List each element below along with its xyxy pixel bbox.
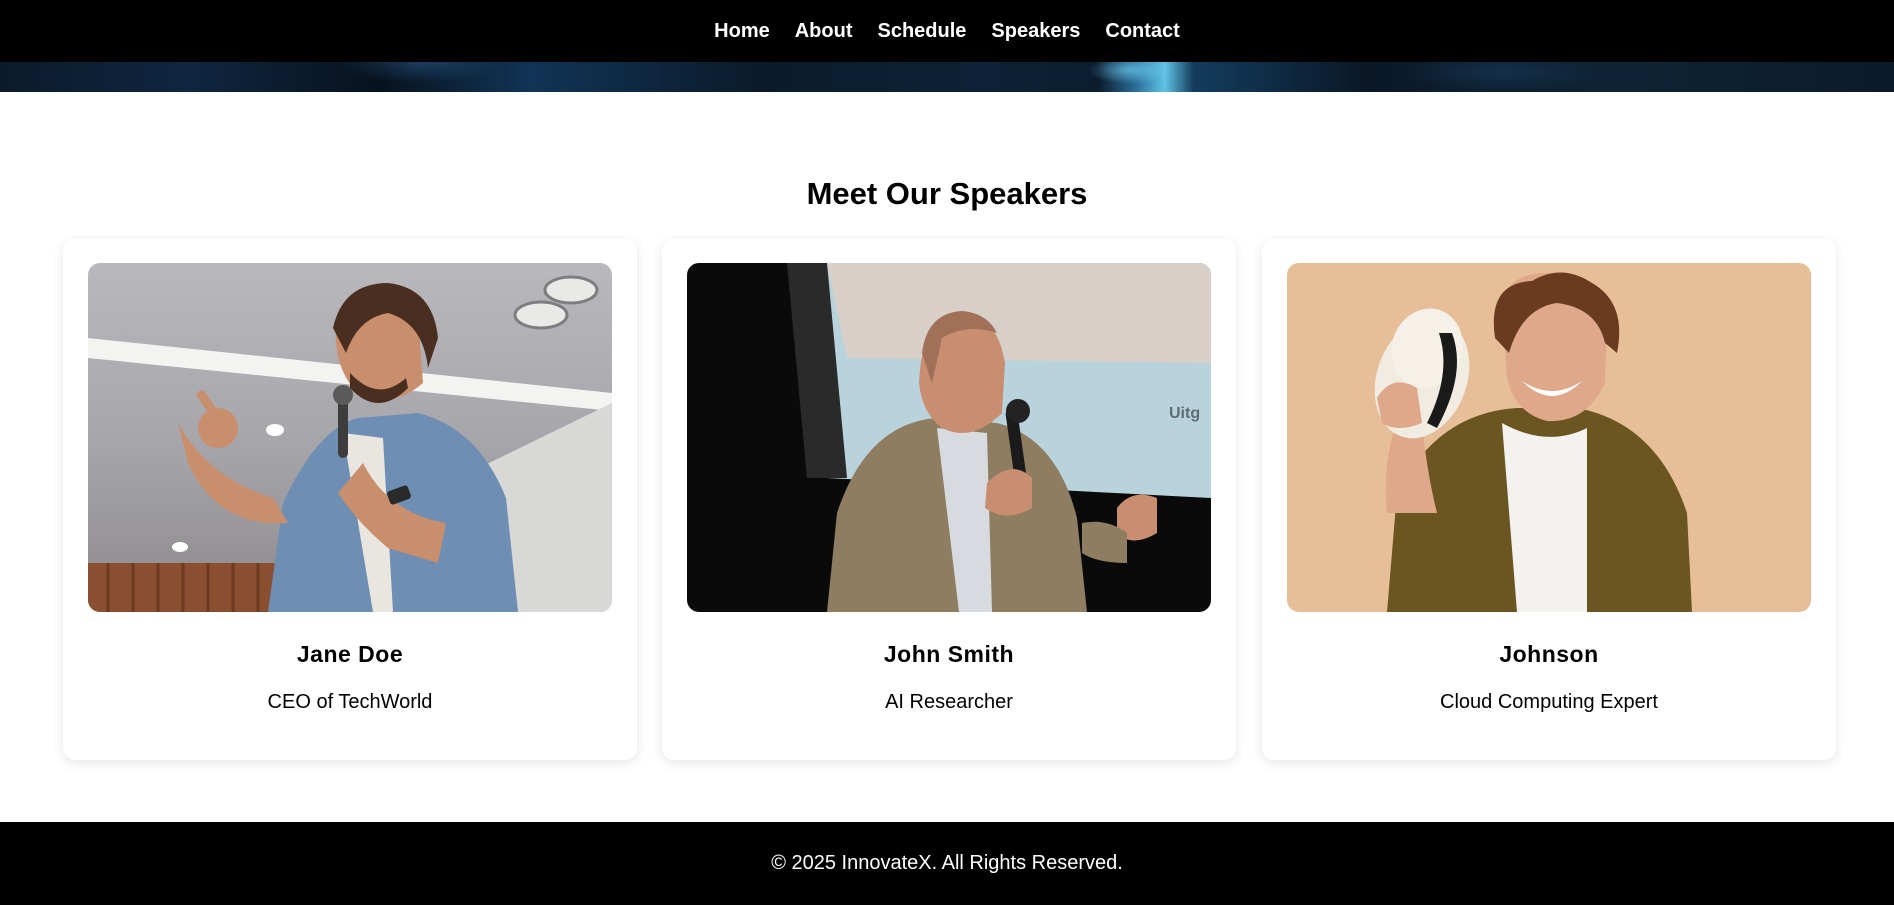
speaker-photo: Uitg [687,263,1211,612]
svg-text:Uitg: Uitg [1169,405,1200,422]
footer-copyright: © 2025 InnovateX. All Rights Reserved. [771,852,1123,874]
speaker-name: Johnson [1499,641,1599,667]
speaker-card: Uitg John Smith AI Researcher [662,239,1236,760]
speaker-photo [88,263,612,612]
speaker-name: John Smith [883,641,1015,667]
speaker-role: Cloud Computing Expert [1440,691,1658,713]
nav-menu: Home About Schedule Speakers Contact [714,20,1180,43]
speaker-card: Jane Doe CEO of TechWorld [63,239,637,760]
site-footer: © 2025 InnovateX. All Rights Reserved. [0,822,1894,905]
speaker-photo [1287,263,1811,612]
top-navbar: Home About Schedule Speakers Contact [0,0,1894,62]
hero-banner-strip [0,62,1894,92]
speaker-card: Johnson Cloud Computing Expert [1262,239,1836,760]
speaker-name: Jane Doe [296,641,404,667]
nav-link-contact[interactable]: Contact [1105,20,1179,42]
speaker-role: CEO of TechWorld [267,691,433,713]
nav-link-home[interactable]: Home [714,20,770,42]
speaker-role: AI Researcher [885,691,1013,713]
nav-link-about[interactable]: About [795,20,853,42]
nav-link-schedule[interactable]: Schedule [878,20,967,42]
section-title: Meet Our Speakers [806,176,1088,211]
nav-link-speakers[interactable]: Speakers [991,20,1080,42]
